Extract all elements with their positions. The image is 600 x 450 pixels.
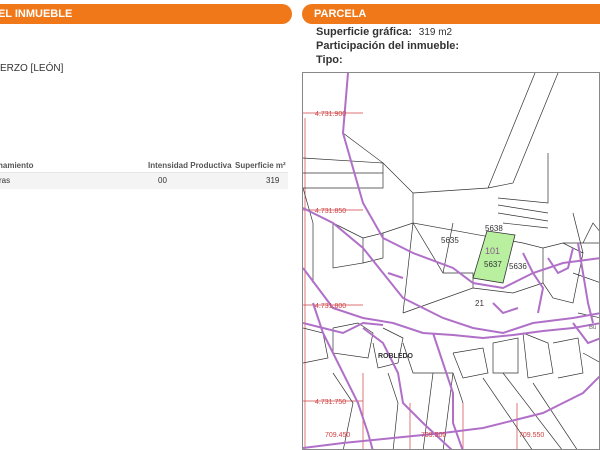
parcel-21: 21: [475, 299, 484, 308]
surface-line: Superficie gráfica: 319 m2: [316, 26, 452, 38]
parcel-section-title: PARCELA: [314, 8, 367, 20]
y-label-2: 4.731.850: [315, 208, 346, 215]
row-use: ras: [0, 176, 11, 185]
surface-value: 319 m2: [418, 27, 453, 38]
surface-label: Superficie gráfica:: [316, 26, 412, 38]
parcel-5636: 5636: [509, 262, 527, 271]
cadastral-map-svg: 4.731.900 4.731.850 4.731.800 4.731.750 …: [303, 73, 599, 449]
col-intensity: Intensidad Productiva: [148, 161, 232, 170]
y-label-4: 4.731.750: [315, 399, 346, 406]
crops-table-header: hamiento Intensidad Productiva Superfici…: [0, 158, 288, 172]
participation-label: Participación del inmueble:: [316, 40, 460, 52]
type-label: Tipo:: [316, 54, 343, 66]
row-intensity: 00: [158, 176, 167, 185]
table-row: ras 00 319: [0, 172, 288, 189]
property-section-header: DEL INMUEBLE: [0, 4, 292, 24]
road-outlines: [303, 73, 599, 449]
cadastral-map[interactable]: 4.731.900 4.731.850 4.731.800 4.731.750 …: [302, 72, 600, 450]
place-name-robledo: ROBLEDO: [378, 353, 414, 360]
parcel-101: 101: [485, 246, 500, 256]
x-label-3: 709.550: [519, 432, 544, 439]
row-surface: 319: [266, 176, 280, 185]
x-label-1: 709.450: [325, 432, 350, 439]
parcel-section-header: PARCELA: [302, 4, 600, 24]
property-location: ERZO [LEÓN]: [0, 63, 64, 74]
parcel-5635: 5635: [441, 236, 459, 245]
col-surface: Superficie m²: [235, 161, 286, 170]
y-label-1: 4.731.900: [315, 111, 346, 118]
y-label-3: 4.731.800: [315, 303, 346, 310]
parcel-5637: 5637: [484, 260, 502, 269]
x-label-2: 709.500: [421, 432, 446, 439]
parcel-5638: 5638: [485, 224, 503, 233]
map-edge-label: Bu: [589, 325, 596, 331]
highlighted-parcel[interactable]: [472, 230, 516, 284]
parcel-lines: [303, 73, 599, 449]
col-use: hamiento: [0, 161, 34, 170]
property-section-title: DEL INMUEBLE: [0, 8, 73, 20]
